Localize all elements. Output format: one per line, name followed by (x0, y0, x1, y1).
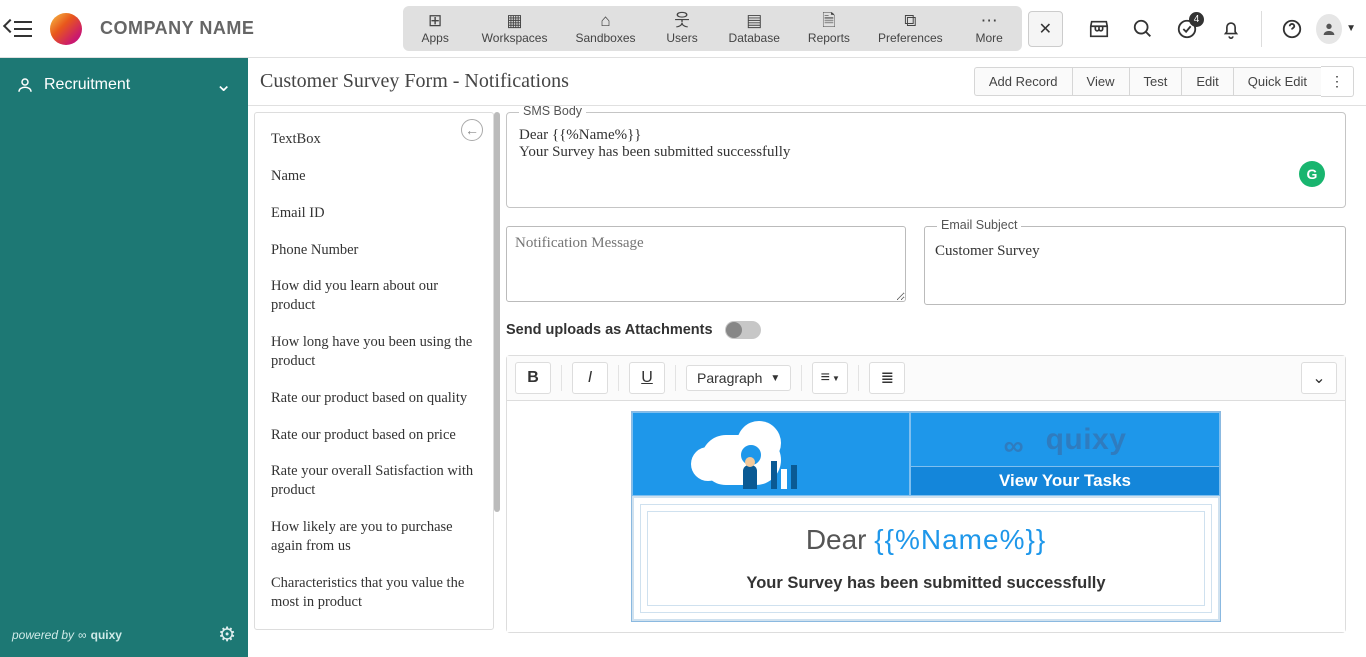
nav-sandboxes[interactable]: ⌂Sandboxes (561, 6, 649, 51)
template-header-image (632, 412, 910, 496)
user-menu[interactable]: ▼ (1316, 9, 1356, 49)
italic-button[interactable]: I (572, 362, 608, 394)
grammarly-icon[interactable]: G (1299, 161, 1325, 187)
nav-preferences[interactable]: ⧉Preferences (864, 6, 957, 51)
paragraph-select[interactable]: Paragraph▼ (686, 365, 791, 391)
sms-body-legend: SMS Body (519, 106, 586, 118)
field-item[interactable]: Rate your overall Satisfaction with prod… (255, 453, 493, 509)
page-header: Customer Survey Form - Notifications Add… (248, 58, 1366, 106)
menu-toggle-button[interactable] (10, 21, 32, 37)
field-item[interactable]: Email ID (255, 195, 493, 232)
divider (1261, 11, 1262, 47)
nav-apps[interactable]: ⊞Apps (403, 6, 468, 51)
sidebar: Recruitment ⌄ powered by ∞ quixy ⚙ (0, 58, 248, 657)
top-right: 4 ▼ (1069, 9, 1366, 49)
sms-body-input[interactable]: Dear {{%Name%}} Your Survey has been sub… (519, 127, 1333, 197)
bell-icon[interactable] (1211, 9, 1251, 49)
help-icon[interactable] (1272, 9, 1312, 49)
action-view[interactable]: View (1072, 67, 1129, 96)
email-editor: B I U Paragraph▼ ≡▼ ≣ ⌄ (506, 355, 1346, 633)
field-item[interactable]: Name (255, 158, 493, 195)
row-message-subject: Email Subject Customer Survey (506, 226, 1346, 305)
field-item[interactable]: Rate our product based on price (255, 417, 493, 454)
align-button[interactable]: ≡▼ (812, 362, 848, 394)
sidebar-footer: powered by ∞ quixy ⚙ (0, 612, 248, 657)
field-item[interactable]: How long have you been using the product (255, 324, 493, 380)
action-quick-edit[interactable]: Quick Edit (1233, 67, 1321, 96)
chevron-down-icon: ⌄ (215, 72, 232, 97)
nav-close-button[interactable]: ✕ (1028, 11, 1063, 47)
form-area: SMS Body Dear {{%Name%}} Your Survey has… (500, 106, 1366, 657)
brand-name: COMPANY NAME (100, 18, 254, 39)
sms-body-fieldset: SMS Body Dear {{%Name%}} Your Survey has… (506, 112, 1346, 208)
attachments-label: Send uploads as Attachments (506, 322, 713, 338)
notification-message-input[interactable] (506, 226, 906, 302)
attachments-toggle[interactable] (725, 321, 761, 339)
page-title: Customer Survey Form - Notifications (260, 70, 569, 93)
bold-button[interactable]: B (515, 362, 551, 394)
approvals-badge: 4 (1189, 12, 1204, 27)
email-template: ∞quixy View Your Tasks Dear {{%Name%}} Y… (631, 411, 1221, 622)
page-actions: Add RecordViewTestEditQuick Edit⋮ (974, 66, 1354, 97)
action-edit[interactable]: Edit (1181, 67, 1232, 96)
main-nav: ⊞Apps▦Workspaces⌂Sandboxes웃Users▤Databas… (403, 6, 1022, 51)
email-subject-legend: Email Subject (937, 218, 1021, 232)
field-item[interactable]: TextBox (255, 121, 493, 158)
sidebar-label: Recruitment (44, 76, 130, 94)
logo-icon (50, 13, 82, 45)
editor-toolbar: B I U Paragraph▼ ≡▼ ≣ ⌄ (507, 356, 1345, 401)
underline-button[interactable]: U (629, 362, 665, 394)
field-item[interactable]: Characteristics that you value the most … (255, 565, 493, 621)
attachments-toggle-row: Send uploads as Attachments (506, 321, 1346, 339)
template-message: Your Survey has been submitted successfu… (666, 574, 1186, 593)
topbar: COMPANY NAME ⊞Apps▦Workspaces⌂Sandboxes웃… (0, 0, 1366, 58)
nav-users[interactable]: 웃Users (650, 6, 715, 51)
list-button[interactable]: ≣ (869, 362, 905, 394)
scrollbar[interactable] (494, 112, 500, 512)
field-item[interactable]: How likely are you to purchase again fro… (255, 509, 493, 565)
back-button[interactable]: ← (461, 119, 483, 141)
nav-workspaces[interactable]: ▦Workspaces (468, 6, 562, 51)
nav-database[interactable]: ▤Database (715, 6, 794, 51)
nav-reports[interactable]: 🗎Reports (794, 6, 864, 51)
template-greeting: Dear {{%Name%}} (666, 524, 1186, 556)
action-add-record[interactable]: Add Record (974, 67, 1072, 96)
template-logo: ∞quixy (911, 413, 1219, 467)
view-tasks-link[interactable]: View Your Tasks (911, 467, 1219, 495)
search-icon[interactable] (1123, 9, 1163, 49)
email-subject-input[interactable]: Customer Survey (935, 243, 1335, 260)
email-canvas[interactable]: ∞quixy View Your Tasks Dear {{%Name%}} Y… (507, 401, 1345, 632)
approvals-icon[interactable]: 4 (1167, 9, 1207, 49)
field-list: ← TextBoxNameEmail IDPhone NumberHow did… (254, 112, 494, 630)
store-icon[interactable] (1079, 9, 1119, 49)
field-item[interactable]: How did you learn about our product (255, 268, 493, 324)
top-left: COMPANY NAME (0, 13, 403, 45)
action-test[interactable]: Test (1129, 67, 1182, 96)
nav-more[interactable]: ⋯More (957, 6, 1022, 51)
workarea: ← TextBoxNameEmail IDPhone NumberHow did… (248, 106, 1366, 657)
settings-icon[interactable]: ⚙ (218, 622, 236, 647)
toolbar-expand-button[interactable]: ⌄ (1301, 362, 1337, 394)
content: Customer Survey Form - Notifications Add… (248, 58, 1366, 657)
email-subject-fieldset: Email Subject Customer Survey (924, 226, 1346, 305)
sidebar-item-recruitment[interactable]: Recruitment ⌄ (0, 58, 248, 111)
action-more-button[interactable]: ⋮ (1321, 66, 1354, 97)
field-item[interactable]: Phone Number (255, 232, 493, 269)
field-item[interactable]: Rate our product based on quality (255, 380, 493, 417)
main: Recruitment ⌄ powered by ∞ quixy ⚙ Custo… (0, 58, 1366, 657)
